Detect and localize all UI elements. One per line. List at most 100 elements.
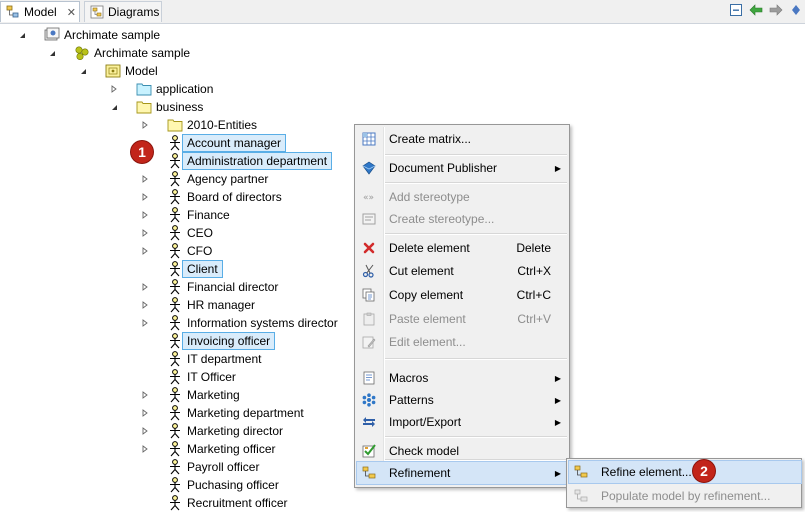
- tree-node-actor[interactable]: Finance: [141, 206, 234, 224]
- collapsed-arrow-icon[interactable]: [141, 224, 149, 242]
- collapsed-arrow-icon[interactable]: [141, 188, 149, 206]
- menu-item-refinement[interactable]: Refinement ▶: [356, 461, 568, 485]
- scissors-icon: [357, 260, 381, 282]
- menu-item-label: Refinement: [389, 466, 451, 480]
- tree-node-label: Agency partner: [187, 172, 269, 186]
- tree-node-actor[interactable]: CEO: [141, 224, 217, 242]
- tree-node-project[interactable]: Archimate sample: [48, 44, 194, 62]
- tree-node-actor[interactable]: Account manager: [141, 134, 287, 152]
- menu-item-label: Create stereotype...: [389, 212, 495, 226]
- collapsed-arrow-icon[interactable]: [141, 116, 149, 134]
- tree-node-label: Archimate sample: [64, 28, 161, 42]
- menu-item-import-export[interactable]: Import/Export ▶: [357, 411, 567, 433]
- collapsed-arrow-icon[interactable]: [141, 314, 149, 332]
- tree-node-actor[interactable]: HR manager: [141, 296, 259, 314]
- collapsed-arrow-icon[interactable]: [141, 296, 149, 314]
- tree-node-label: CFO: [187, 244, 213, 258]
- collapsed-arrow-icon[interactable]: [141, 278, 149, 296]
- menu-item-create-matrix[interactable]: Create matrix...: [357, 128, 567, 150]
- collapsed-arrow-icon[interactable]: [141, 422, 149, 440]
- tree-node-label: Board of directors: [187, 190, 282, 204]
- tree-node-label: IT department: [187, 352, 262, 366]
- tree-node-model[interactable]: Model: [79, 62, 162, 80]
- tree-node-2010-entities[interactable]: 2010-Entities: [141, 116, 261, 134]
- menu-item-refine-element[interactable]: Refine element...: [568, 460, 802, 484]
- expanded-arrow-icon[interactable]: [48, 44, 56, 62]
- menu-item-cut-element[interactable]: Cut element Ctrl+X: [357, 260, 567, 282]
- menu-item-patterns[interactable]: Patterns ▶: [357, 389, 567, 411]
- tree-node-actor[interactable]: Marketing officer: [141, 440, 279, 458]
- tree-node-actor[interactable]: Recruitment officer: [141, 494, 291, 512]
- menu-item-create-stereotype[interactable]: Create stereotype...: [357, 208, 567, 230]
- menu-item-paste-element[interactable]: Paste element Ctrl+V: [357, 308, 567, 330]
- menu-item-shortcut: Ctrl+X: [517, 264, 551, 278]
- collapsed-arrow-icon[interactable]: [110, 80, 118, 98]
- tree-node-label: Information systems director: [187, 316, 338, 330]
- tree-node-actor[interactable]: Agency partner: [141, 170, 272, 188]
- menu-item-copy-element[interactable]: Copy element Ctrl+C: [357, 284, 567, 306]
- close-icon[interactable]: ✕: [67, 6, 76, 19]
- tree-node-actor[interactable]: Financial director: [141, 278, 282, 296]
- tree-node-label: Recruitment officer: [187, 496, 288, 510]
- menu-item-label: Create matrix...: [389, 132, 472, 146]
- menu-item-label: Macros: [389, 371, 429, 385]
- tab-model[interactable]: Model ✕: [0, 1, 80, 22]
- tree-node-actor[interactable]: Marketing department: [141, 404, 308, 422]
- menu-separator: [385, 182, 567, 184]
- tree-node-actor[interactable]: Puchasing officer: [141, 476, 283, 494]
- collapsed-arrow-icon[interactable]: [141, 242, 149, 260]
- collapse-all-icon[interactable]: [729, 3, 743, 17]
- tree-node-application[interactable]: application: [110, 80, 217, 98]
- tree-node-actor[interactable]: Board of directors: [141, 188, 286, 206]
- tab-diagrams[interactable]: Diagrams: [84, 1, 162, 22]
- import-export-icon: [357, 411, 381, 433]
- forward-arrow-icon[interactable]: [769, 3, 783, 17]
- menu-separator: [385, 459, 567, 461]
- menu-item-label: Edit element...: [389, 335, 466, 349]
- tree-node-business[interactable]: business: [110, 98, 207, 116]
- collapsed-arrow-icon[interactable]: [141, 170, 149, 188]
- tree-node-actor[interactable]: Invoicing officer: [141, 332, 276, 350]
- expanded-arrow-icon[interactable]: [18, 26, 26, 44]
- menu-item-populate-model[interactable]: Populate model by refinement...: [569, 485, 801, 507]
- menu-item-label: Import/Export: [389, 415, 462, 429]
- tab-diagrams-label: Diagrams: [108, 5, 160, 19]
- tree-node-root[interactable]: Archimate sample: [18, 26, 164, 44]
- tree-node-actor[interactable]: Information systems director: [141, 314, 342, 332]
- tree-node-label: Archimate sample: [94, 46, 191, 60]
- tree-node-actor[interactable]: Client: [141, 260, 223, 278]
- tree-node-actor[interactable]: Marketing: [141, 386, 244, 404]
- collapsed-arrow-icon[interactable]: [141, 404, 149, 422]
- tree-node-label: IT Officer: [187, 370, 236, 384]
- business-actor-icon: [167, 243, 183, 259]
- collapsed-arrow-icon[interactable]: [141, 440, 149, 458]
- collapsed-arrow-icon[interactable]: [141, 386, 149, 404]
- menu-item-label: Patterns: [389, 393, 434, 407]
- tree-node-actor[interactable]: Marketing director: [141, 422, 287, 440]
- menu-item-edit-element[interactable]: Edit element...: [357, 331, 567, 353]
- folder-yellow-icon: [136, 99, 152, 115]
- svg-text:«»: «»: [363, 193, 374, 203]
- tree-node-label: Puchasing officer: [187, 478, 279, 492]
- copy-icon: [357, 284, 381, 306]
- menu-item-add-stereotype[interactable]: «» Add stereotype: [357, 186, 567, 208]
- back-arrow-icon[interactable]: [749, 3, 763, 17]
- expanded-arrow-icon[interactable]: [110, 98, 118, 116]
- menu-item-delete-element[interactable]: Delete element Delete: [357, 237, 567, 259]
- collapsed-arrow-icon[interactable]: [141, 206, 149, 224]
- tree-node-actor[interactable]: Administration department: [141, 152, 333, 170]
- expanded-arrow-icon[interactable]: [79, 62, 87, 80]
- tree-node-actor[interactable]: IT Officer: [141, 368, 240, 386]
- stereotype-icon: «»: [357, 186, 381, 208]
- tree-node-label: HR manager: [187, 298, 256, 312]
- tree-node-actor[interactable]: Payroll officer: [141, 458, 263, 476]
- menu-separator: [385, 233, 567, 235]
- tree-node-label: Marketing: [187, 388, 240, 402]
- tree-node-actor[interactable]: IT department: [141, 350, 265, 368]
- project-icon: [44, 27, 60, 43]
- business-actor-icon: [167, 261, 183, 277]
- menu-item-macros[interactable]: Macros ▶: [357, 367, 567, 389]
- tree-node-actor[interactable]: CFO: [141, 242, 216, 260]
- link-with-editor-icon[interactable]: [789, 3, 803, 17]
- menu-item-document-publisher[interactable]: Document Publisher ▶: [357, 157, 567, 179]
